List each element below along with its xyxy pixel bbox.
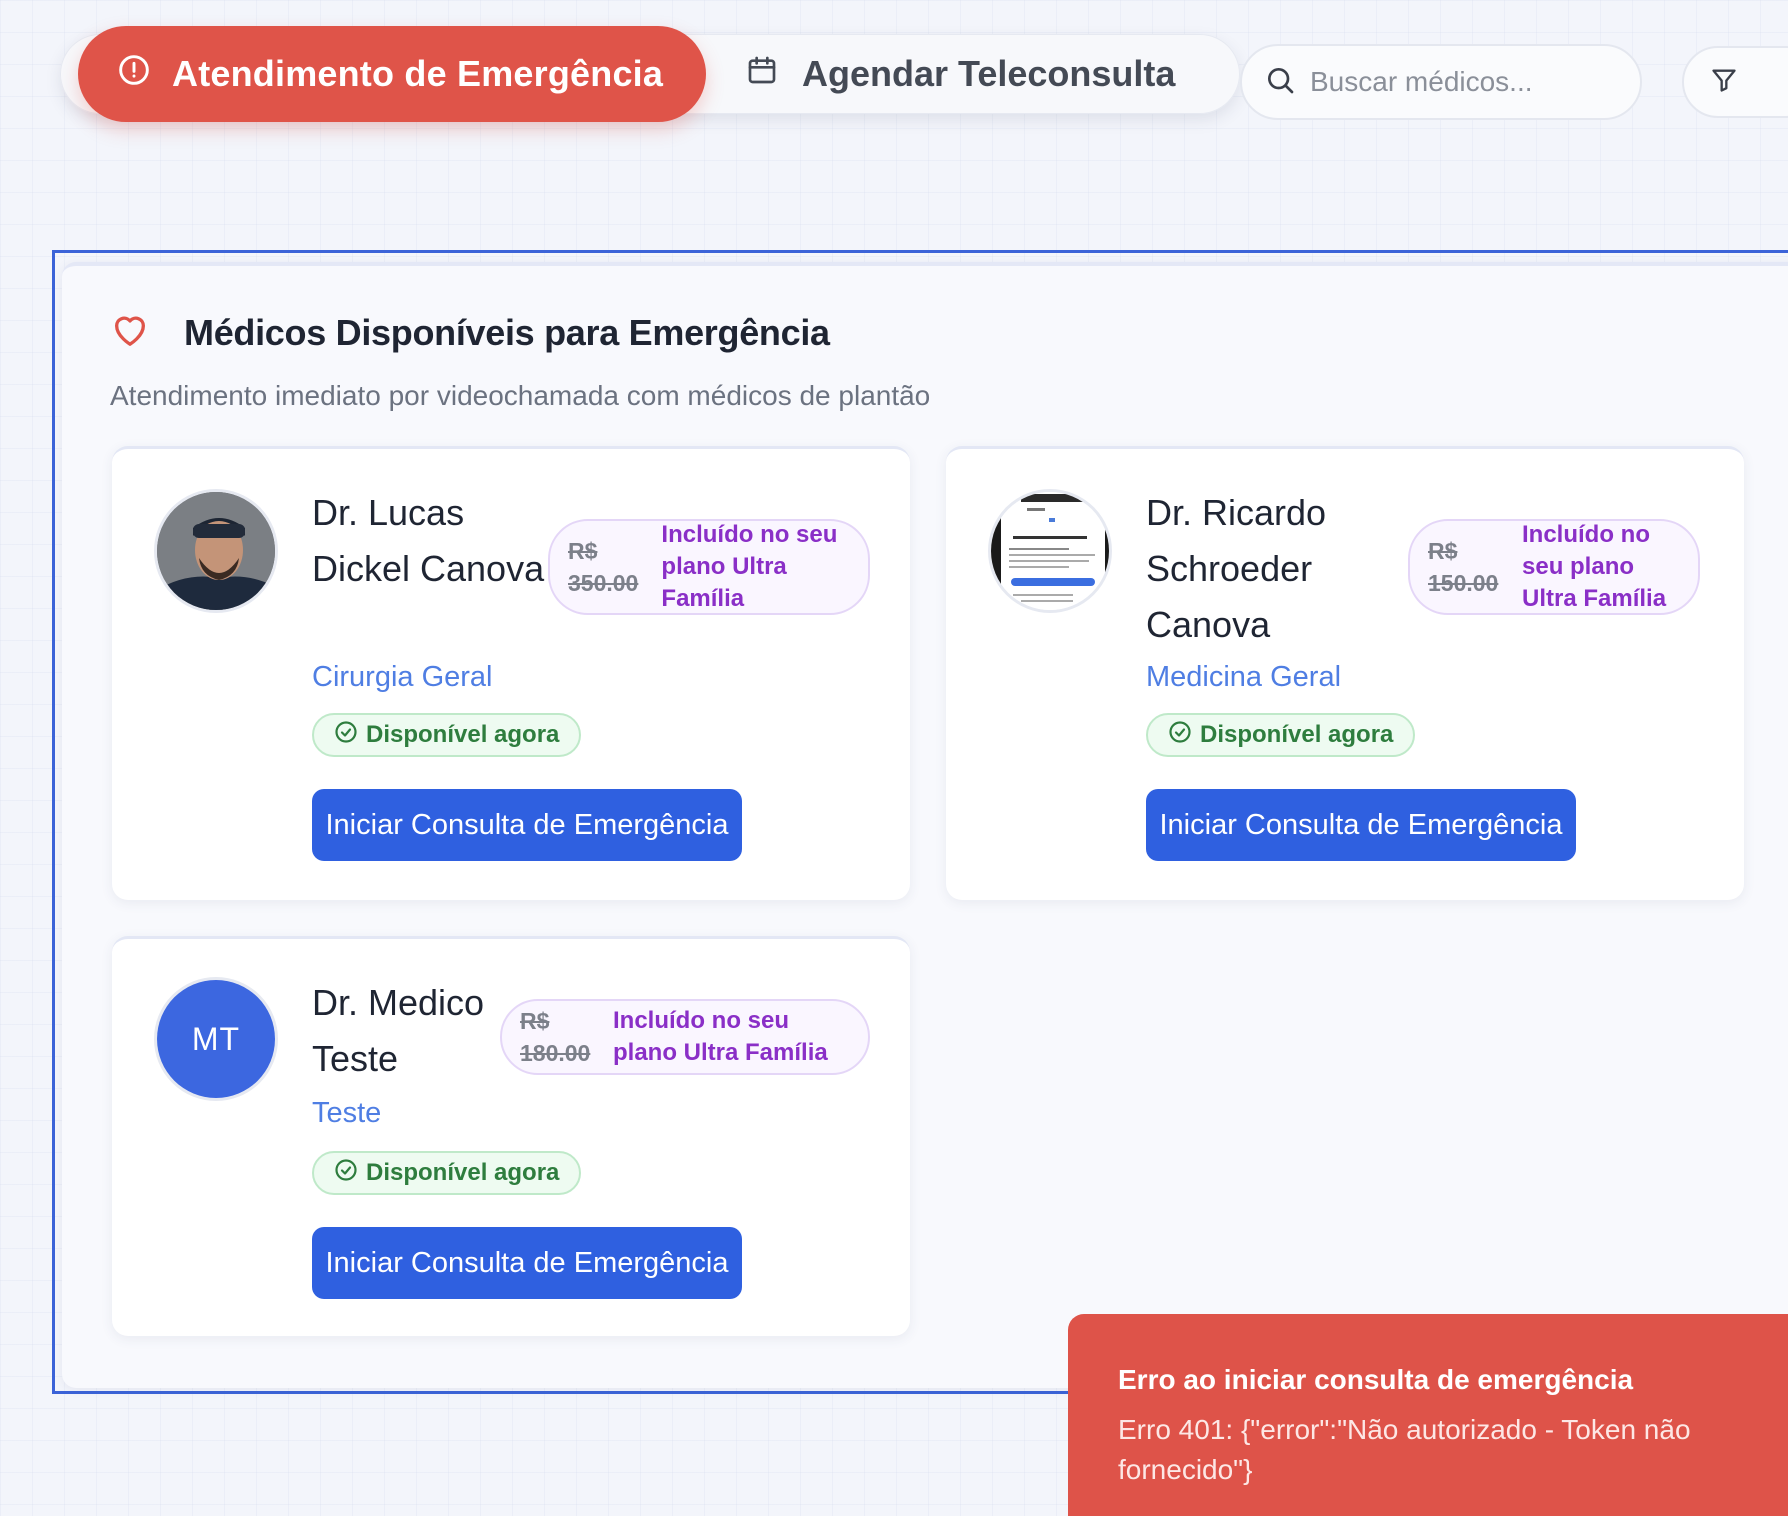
status-label: Disponível agora — [366, 1159, 560, 1186]
doctor-name: Dr. Ricardo Schroeder Canova — [1146, 492, 1327, 645]
status-label: Disponível agora — [1200, 721, 1394, 748]
search-input[interactable] — [1310, 66, 1630, 98]
toast-message: Erro 401: {"error":"Não autorizado - Tok… — [1118, 1414, 1691, 1485]
price-badge: R$ 350.00 Incluído no seu plano Ultra Fa… — [548, 519, 870, 615]
price-badge: R$ 180.00 Incluído no seu plano Ultra Fa… — [500, 999, 870, 1075]
avatar-initials: MT — [157, 980, 275, 1098]
filter-button[interactable] — [1682, 46, 1788, 118]
tab-schedule-label: Agendar Teleconsulta — [802, 53, 1176, 94]
filter-icon — [1710, 66, 1738, 99]
toast-title: Erro ao iniciar consulta de emergência — [1118, 1364, 1634, 1395]
tab-emergency[interactable]: Atendimento de Emergência — [78, 26, 706, 122]
error-toast[interactable]: Erro ao iniciar consulta de emergência E… — [1068, 1314, 1788, 1516]
plan-included: Incluído no seu plano Ultra Família — [1522, 521, 1667, 612]
status-badge: Disponível agora — [1146, 713, 1416, 757]
doctor-card: Dr. Ricardo Schroeder Canova R$ 150.00 I… — [946, 446, 1744, 900]
old-price: R$ 180.00 — [520, 1008, 591, 1066]
section-header: Médicos Disponíveis para Emergência — [110, 310, 830, 355]
check-circle-icon — [334, 720, 358, 751]
section-title: Médicos Disponíveis para Emergência — [184, 311, 830, 353]
doctor-specialty: Medicina Geral — [1146, 661, 1342, 693]
check-circle-icon — [1168, 720, 1192, 751]
doctor-name: Dr. Lucas Dickel Canova — [312, 492, 545, 589]
alert-circle-icon — [118, 53, 150, 95]
tab-schedule[interactable]: Agendar Teleconsulta — [740, 34, 1240, 114]
section-subtitle: Atendimento imediato por videochamada co… — [110, 380, 931, 411]
start-emergency-consult-button[interactable]: Iniciar Consulta de Emergência — [312, 1227, 742, 1299]
start-emergency-consult-button[interactable]: Iniciar Consulta de Emergência — [312, 789, 742, 861]
heart-icon — [110, 310, 150, 355]
doctor-specialty: Cirurgia Geral — [312, 661, 493, 693]
tab-emergency-label: Atendimento de Emergência — [172, 53, 664, 94]
plan-included: Incluído no seu plano Ultra Família — [661, 521, 838, 612]
doctor-specialty: Teste — [312, 1097, 382, 1129]
status-badge: Disponível agora — [312, 1151, 582, 1195]
doctor-avatar-screenshot — [988, 489, 1112, 613]
doctor-avatar-initials: MT — [154, 977, 278, 1101]
status-label: Disponível agora — [366, 721, 560, 748]
check-circle-icon — [334, 1158, 358, 1189]
status-badge: Disponível agora — [312, 713, 582, 757]
start-emergency-consult-button[interactable]: Iniciar Consulta de Emergência — [1146, 789, 1576, 861]
calendar-icon — [746, 53, 778, 95]
plan-included: Incluído no seu plano Ultra Família — [613, 1007, 828, 1066]
doctor-name: Dr. Medico Teste — [312, 982, 485, 1079]
search-icon — [1264, 64, 1296, 101]
old-price: R$ 150.00 — [1428, 538, 1499, 596]
doctor-card: MT Dr. Medico Teste R$ 180.00 Incluído n… — [112, 936, 910, 1336]
doctor-card: Dr. Lucas Dickel Canova R$ 350.00 Incluí… — [112, 446, 910, 900]
search-box — [1240, 44, 1642, 120]
doctor-avatar-photo — [154, 489, 278, 613]
old-price: R$ 350.00 — [568, 538, 639, 596]
price-badge: R$ 150.00 Incluído no seu plano Ultra Fa… — [1408, 519, 1700, 615]
